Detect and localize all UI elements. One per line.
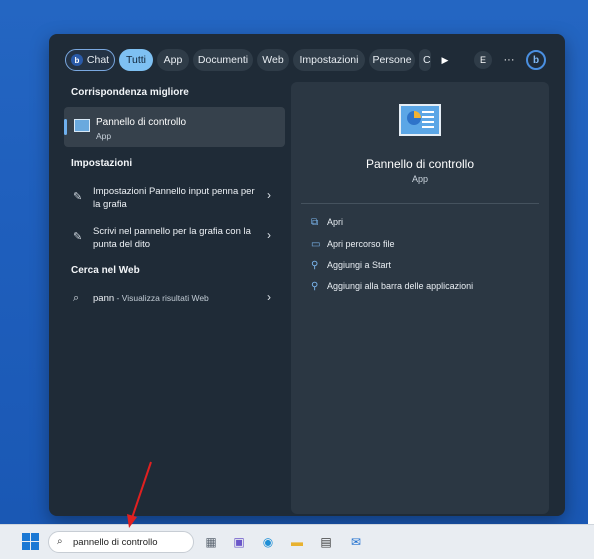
edge-icon[interactable]: ◉ (257, 531, 279, 553)
pen-icon: ✎ (73, 191, 83, 203)
search-input[interactable] (73, 535, 189, 549)
preview-pane: Pannello di controllo App ⧉ Apri ▭ Apri pe… (291, 82, 549, 514)
user-avatar[interactable]: E (474, 51, 492, 69)
action-open[interactable]: ⧉ Apri (311, 217, 343, 228)
selection-indicator (64, 119, 67, 135)
taskbar: ⌕ ▦ ▣ ◉ ▬ ▤ ✉ (0, 524, 594, 559)
store-icon[interactable]: ▤ (315, 531, 337, 553)
web-hint: - Visualizza risultati Web (114, 293, 209, 303)
best-match-title: Pannello di controllo (96, 117, 187, 128)
control-panel-icon (399, 104, 441, 136)
search-icon: ⌕ (57, 536, 63, 547)
start-search-menu: b Chat Tutti App Documenti Web Impostazi… (49, 34, 565, 516)
tab-label: Web (262, 54, 284, 66)
tab-impostazioni[interactable]: Impostazioni (293, 49, 365, 71)
preview-subtitle: App (411, 174, 428, 184)
action-label: Aggiungi a Start (327, 260, 392, 270)
action-pin-to-taskbar[interactable]: ⚲ Aggiungi alla barra delle applicazioni (311, 281, 473, 292)
settings-heading: Impostazioni (71, 158, 133, 169)
chevron-right-icon: › (267, 290, 271, 304)
pie-graphic (407, 111, 421, 125)
taskbar-search-box[interactable]: ⌕ (48, 531, 194, 553)
tab-label: C (423, 54, 431, 66)
tab-label: Documenti (197, 54, 249, 66)
tab-persone[interactable]: Persone (369, 49, 415, 71)
action-label: Apri (327, 217, 344, 227)
pin-icon: ⚲ (311, 281, 319, 292)
windows-start-icon[interactable] (22, 533, 39, 550)
tab-label: Tutti (125, 54, 147, 66)
mail-icon[interactable]: ✉ (345, 531, 367, 553)
action-pin-to-start[interactable]: ⚲ Aggiungi a Start (311, 260, 391, 271)
best-match-heading: Corrispondenza migliore (71, 87, 189, 98)
action-label: Apri percorso file (327, 239, 395, 249)
best-match-item[interactable]: Pannello di controllo App (64, 107, 285, 147)
copilot-icon[interactable]: b (526, 50, 546, 70)
web-heading: Cerca nel Web (71, 265, 140, 276)
web-search-item[interactable]: ⌕ pann - Visualizza risultati Web › (64, 291, 285, 311)
tab-tutti[interactable]: Tutti (119, 49, 153, 71)
chevron-right-icon: › (267, 228, 271, 242)
settings-item-label: Scrivi nel pannello per la grafia con la… (93, 226, 251, 250)
video-chat-icon[interactable]: ▣ (228, 531, 250, 553)
settings-item-pen-input[interactable]: ✎ Impostazioni Pannello input penna per … (64, 185, 285, 213)
best-match-subtitle: App (96, 131, 112, 141)
settings-item-label: Impostazioni Pannello input penna per la… (93, 186, 255, 210)
divider (301, 203, 539, 204)
more-options-icon[interactable]: ··· (500, 49, 518, 71)
file-manager-icon[interactable]: ▦ (200, 531, 222, 553)
web-query: pann (93, 293, 115, 304)
tab-documenti[interactable]: Documenti (193, 49, 253, 71)
tab-web[interactable]: Web (257, 49, 289, 71)
control-panel-icon (74, 119, 90, 132)
chevron-right-icon: › (267, 188, 271, 202)
action-open-file-location[interactable]: ▭ Apri percorso file (311, 239, 395, 250)
open-icon: ⧉ (311, 217, 319, 228)
chat-label: Chat (86, 54, 110, 66)
tab-truncated[interactable]: C (419, 49, 431, 71)
tab-label: App (163, 54, 183, 66)
play-icon[interactable]: ▶ (437, 49, 453, 71)
chat-button[interactable]: b Chat (65, 49, 115, 71)
folder-icon: ▭ (311, 239, 321, 250)
pen-icon: ✎ (73, 231, 83, 243)
tab-app[interactable]: App (157, 49, 189, 71)
settings-item-write-panel[interactable]: ✎ Scrivi nel pannello per la grafia con … (64, 225, 285, 253)
action-label: Aggiungi alla barra delle applicazioni (327, 281, 474, 291)
search-icon: ⌕ (73, 292, 80, 304)
tab-label: Impostazioni (299, 54, 359, 66)
explorer-folder-icon[interactable]: ▬ (286, 531, 308, 553)
tab-label: Persone (372, 54, 412, 66)
bing-icon: b (70, 54, 83, 66)
filter-bar: b Chat Tutti App Documenti Web Impostazi… (65, 49, 551, 71)
pin-icon: ⚲ (311, 260, 319, 271)
bars-graphic (422, 111, 434, 129)
preview-title: Pannello di controllo (365, 157, 475, 171)
